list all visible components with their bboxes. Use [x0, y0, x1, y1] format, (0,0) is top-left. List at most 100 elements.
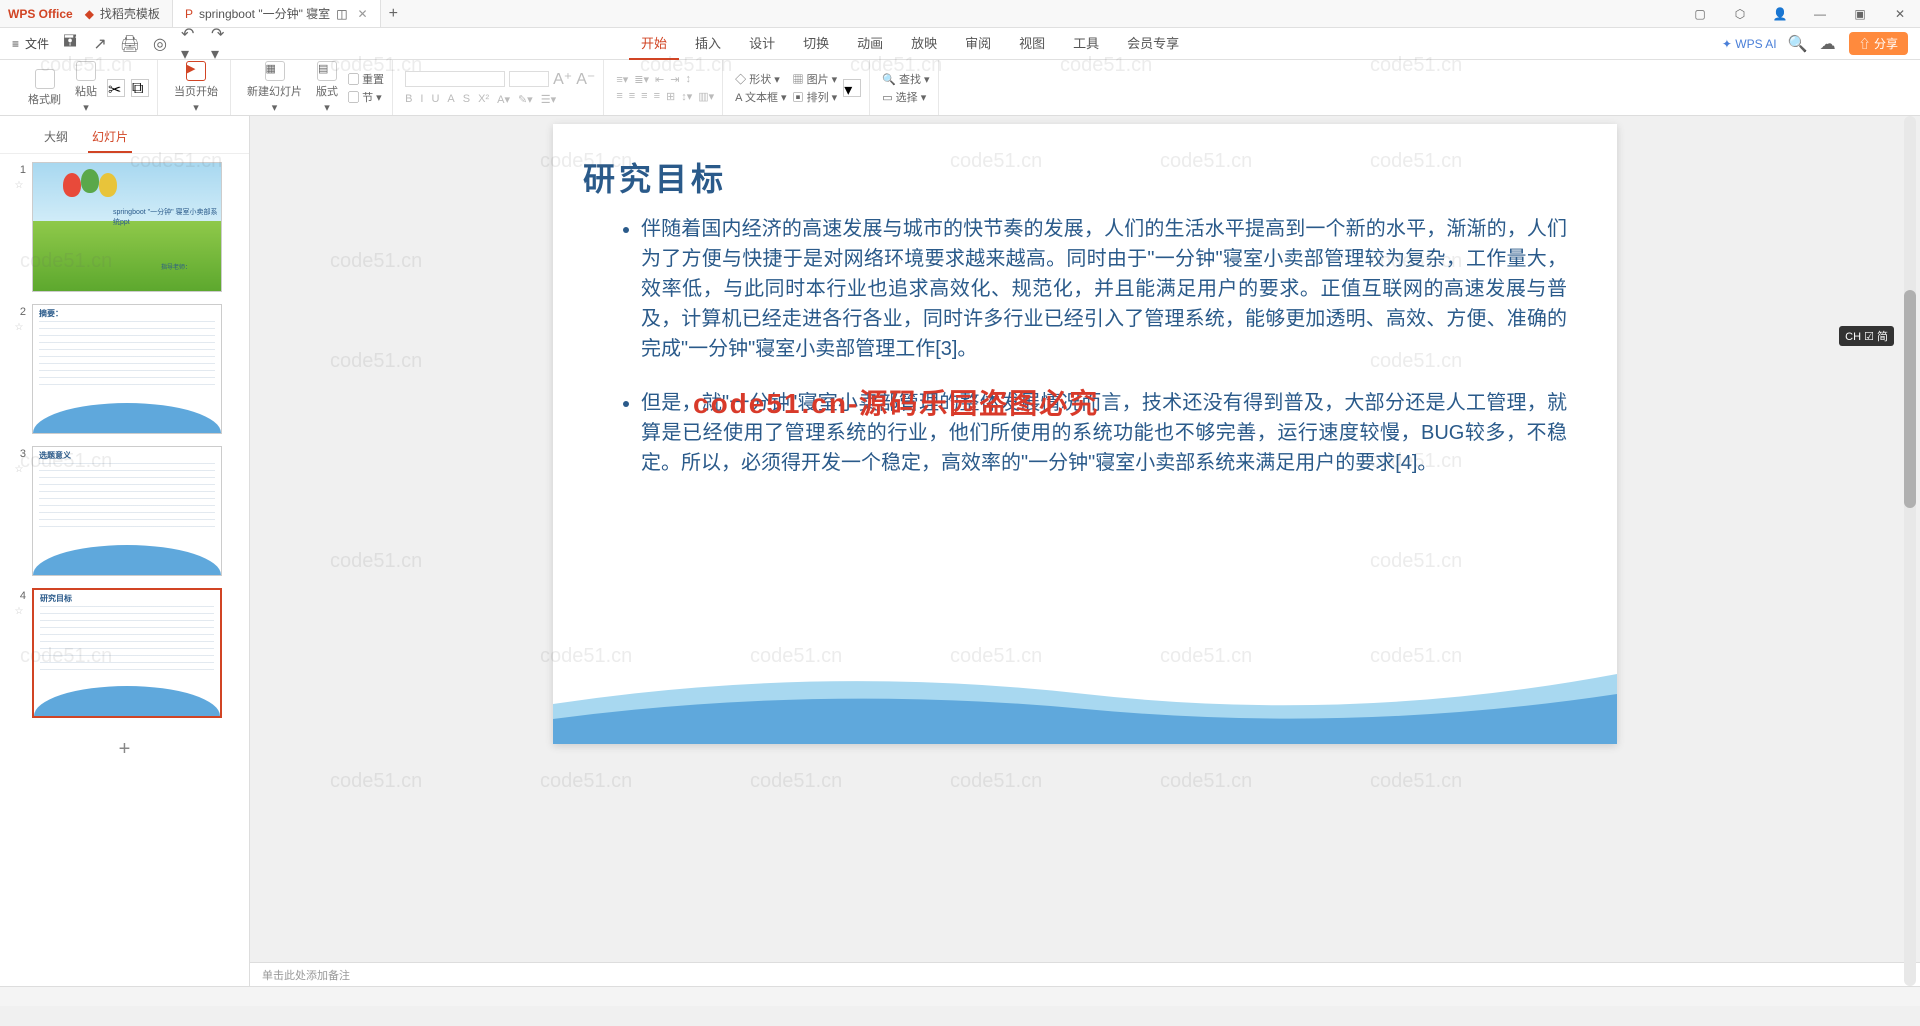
picture-button[interactable]: ▦ 图片 ▾ — [793, 71, 838, 87]
highlight-icon[interactable]: ✎▾ — [518, 93, 533, 106]
shape-button[interactable]: ◇ 形状 ▾ — [735, 71, 786, 87]
cut-icon[interactable]: ✂ — [107, 79, 125, 97]
bullets-icon[interactable]: ≡▾ — [616, 73, 628, 86]
tab-templates[interactable]: ◆ 找稻壳模板 — [73, 0, 173, 27]
slide-thumbnail-4[interactable]: 研究目标 — [32, 588, 222, 718]
slide-thumbnail-1[interactable]: springboot "一分钟" 寝室小卖部系统ppt 指导老师： — [32, 162, 222, 292]
select-button[interactable]: ▭ 选择 ▾ — [882, 89, 929, 105]
search-icon[interactable]: 🔍 — [1789, 35, 1807, 53]
slides-tab[interactable]: 幻灯片 — [88, 124, 132, 153]
preview-icon[interactable]: ◫ — [336, 7, 347, 21]
share-button[interactable]: ⇧ 分享 — [1849, 32, 1908, 55]
line-spacing-icon[interactable]: ↕ — [685, 73, 691, 86]
file-menu[interactable]: ≡ 文件 — [12, 35, 49, 52]
copy-icon[interactable]: ⧉ — [131, 79, 149, 97]
format-painter-button[interactable]: 格式刷 — [24, 67, 65, 109]
align-center-icon[interactable]: ≡ — [629, 90, 635, 103]
tab-view[interactable]: 视图 — [1007, 27, 1057, 60]
slide-thumbnail-2[interactable]: 摘要： — [32, 304, 222, 434]
print-icon[interactable]: 🖨 — [121, 35, 139, 53]
align-justify-icon[interactable]: ≡ — [654, 90, 660, 103]
find-button[interactable]: 🔍 查找 ▾ — [882, 71, 929, 87]
increase-font-icon[interactable]: A⁺ — [553, 69, 572, 89]
save-icon[interactable]: 🖬 — [61, 35, 79, 53]
star-icon[interactable]: ☆ — [15, 606, 24, 617]
font-color-icon[interactable]: A▾ — [497, 93, 510, 106]
tab-transition[interactable]: 切换 — [791, 27, 841, 60]
indent-dec-icon[interactable]: ⇤ — [655, 73, 664, 86]
align-right-icon[interactable]: ≡ — [641, 90, 647, 103]
new-tab-button[interactable]: + — [381, 5, 406, 23]
distribute-icon[interactable]: ⊞ — [666, 90, 675, 103]
tab-tools[interactable]: 工具 — [1061, 27, 1111, 60]
bullet-1[interactable]: 伴随着国内经济的高速发展与城市的快节奏的发展，人们的生活水平提高到一个新的水平，… — [641, 214, 1567, 364]
outline-tab[interactable]: 大纲 — [40, 124, 72, 153]
reset-button[interactable]: ▢ 重置 — [348, 71, 384, 87]
doc-icon: ◆ — [85, 7, 94, 21]
new-slide-button[interactable]: ▦新建幻灯片 ▾ — [243, 59, 306, 116]
wps-logo: WPS Office — [8, 7, 73, 21]
tab-presentation[interactable]: P springboot "一分钟" 寝室 ◫ ✕ — [173, 0, 381, 27]
strike-icon[interactable]: A — [447, 93, 454, 106]
slide-body[interactable]: 伴随着国内经济的高速发展与城市的快节奏的发展，人们的生活水平提高到一个新的水平，… — [613, 214, 1567, 502]
user-icon[interactable]: 👤 — [1760, 0, 1800, 27]
style-fill-icon[interactable]: ▾ — [843, 79, 861, 97]
maximize-icon[interactable]: ▣ — [1840, 0, 1880, 27]
slide-thumbnail-3[interactable]: 选题意义 — [32, 446, 222, 576]
font-family-dropdown[interactable] — [405, 71, 505, 87]
star-icon[interactable]: ☆ — [15, 180, 24, 191]
underline-icon[interactable]: U — [431, 93, 439, 106]
columns-icon[interactable]: ▥▾ — [698, 90, 714, 103]
tab-label: 找稻壳模板 — [100, 5, 160, 22]
numbering-icon[interactable]: ≣▾ — [634, 73, 649, 86]
export-icon[interactable]: ↗ — [91, 35, 109, 53]
tab-slideshow[interactable]: 放映 — [899, 27, 949, 60]
decrease-font-icon[interactable]: A⁻ — [576, 69, 595, 89]
arrange-button[interactable]: ▣ 排列 ▾ — [793, 89, 838, 105]
star-icon[interactable]: ☆ — [15, 464, 24, 475]
tab-design[interactable]: 设计 — [737, 27, 787, 60]
from-current-button[interactable]: ▶当页开始 ▾ — [170, 59, 222, 116]
cloud-icon[interactable]: ☁ — [1819, 35, 1837, 53]
italic-icon[interactable]: I — [420, 93, 423, 106]
vertical-scrollbar[interactable] — [1904, 116, 1916, 986]
preview-icon[interactable]: ◎ — [151, 35, 169, 53]
close-window-icon[interactable]: ✕ — [1880, 0, 1920, 27]
cube-icon[interactable]: ⬡ — [1720, 0, 1760, 27]
superscript-icon[interactable]: X² — [478, 93, 489, 106]
slide-title[interactable]: 研究目标 — [583, 154, 727, 200]
tab-review[interactable]: 审阅 — [953, 27, 1003, 60]
box-icon[interactable]: ▢ — [1680, 0, 1720, 27]
clear-format-icon[interactable]: ☰▾ — [541, 93, 556, 106]
wps-ai-button[interactable]: ✦ WPS AI — [1722, 37, 1777, 51]
indent-inc-icon[interactable]: ⇥ — [670, 73, 679, 86]
slide-canvas[interactable]: 研究目标 伴随着国内经济的高速发展与城市的快节奏的发展，人们的生活水平提高到一个… — [553, 124, 1617, 744]
paste-button[interactable]: 粘贴 ▾ — [71, 59, 101, 116]
textbox-button[interactable]: A 文本框 ▾ — [735, 89, 786, 105]
slide-number: 1 — [12, 162, 26, 176]
text-direction-icon[interactable]: ↕▾ — [681, 90, 692, 103]
tab-start[interactable]: 开始 — [629, 27, 679, 60]
align-left-icon[interactable]: ≡ — [616, 90, 622, 103]
slide-number: 4 — [12, 588, 26, 602]
layout-button[interactable]: ▤版式 ▾ — [312, 59, 342, 116]
language-badge[interactable]: CH ☑ 简 — [1839, 326, 1894, 346]
undo-icon[interactable]: ↶ ▾ — [181, 35, 199, 53]
bold-icon[interactable]: B — [405, 93, 412, 106]
tab-animation[interactable]: 动画 — [845, 27, 895, 60]
slide-number: 3 — [12, 446, 26, 460]
redo-icon[interactable]: ↷ ▾ — [211, 35, 229, 53]
star-icon[interactable]: ☆ — [15, 322, 24, 333]
ribbon-tabs: 开始 插入 设计 切换 动画 放映 审阅 视图 工具 会员专享 — [629, 27, 1191, 60]
tab-vip[interactable]: 会员专享 — [1115, 27, 1191, 60]
tab-insert[interactable]: 插入 — [683, 27, 733, 60]
canvas-area: 研究目标 伴随着国内经济的高速发展与城市的快节奏的发展，人们的生活水平提高到一个… — [250, 116, 1920, 986]
add-slide-button[interactable]: + — [119, 738, 131, 761]
minimize-icon[interactable]: — — [1800, 0, 1840, 27]
titlebar: WPS Office ◆ 找稻壳模板 P springboot "一分钟" 寝室… — [0, 0, 1920, 28]
font-size-dropdown[interactable] — [509, 71, 549, 87]
close-tab-icon[interactable]: ✕ — [358, 7, 368, 21]
notes-area[interactable]: 单击此处添加备注 — [250, 962, 1920, 986]
section-button[interactable]: ▢ 节 ▾ — [348, 89, 384, 105]
strikethrough-icon[interactable]: S — [463, 93, 470, 106]
